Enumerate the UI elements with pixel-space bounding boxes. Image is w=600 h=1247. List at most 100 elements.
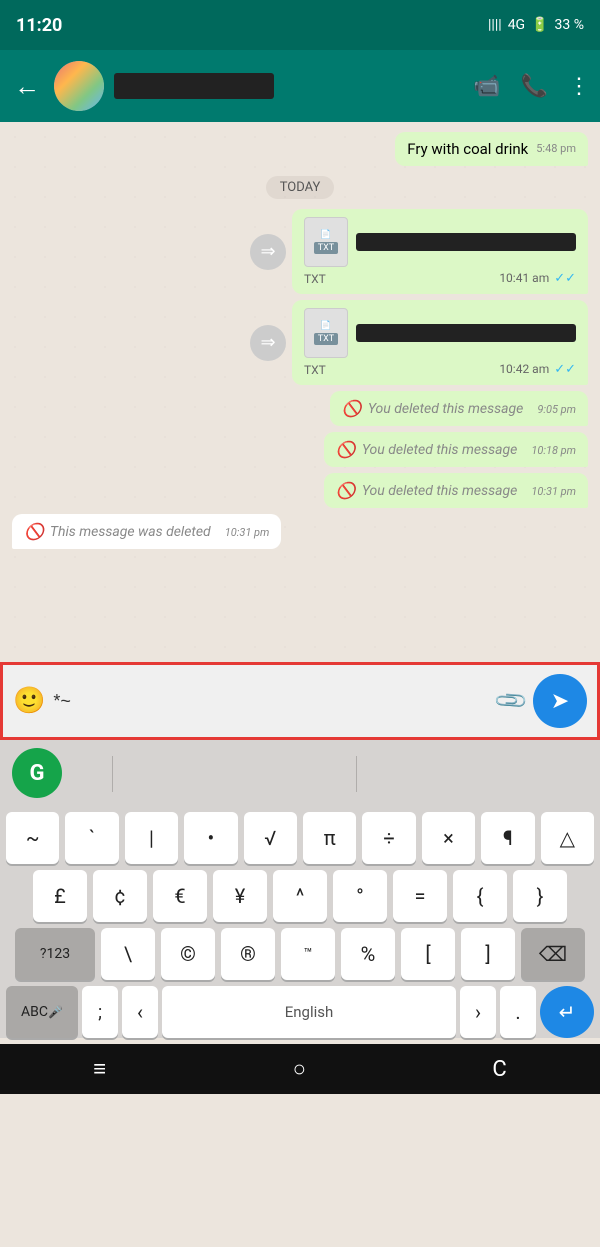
attach-button[interactable]: 📎 xyxy=(493,682,530,719)
back-button[interactable]: ← xyxy=(10,67,44,106)
file-message-2-row: ⇒ 📄 TXT TXT 10:42 am ✓✓ xyxy=(12,300,588,385)
key-less-than[interactable]: ‹ xyxy=(122,986,158,1038)
deleted-msg-3: 🚫 You deleted this message 10:31 pm xyxy=(324,473,588,508)
grammarly-button[interactable]: G xyxy=(12,748,62,798)
previous-message-time: 5:48 pm xyxy=(536,142,576,155)
emoji-button[interactable]: 🙂 xyxy=(13,686,45,716)
message-input[interactable] xyxy=(53,687,489,716)
file-time-1: 10:41 am ✓✓ xyxy=(499,271,576,286)
key-euro[interactable]: € xyxy=(153,870,207,922)
menu-button[interactable]: ⋮ xyxy=(568,74,590,99)
deleted-text-1: 🚫 You deleted this message 9:05 pm xyxy=(342,399,576,418)
key-trademark[interactable]: ™ xyxy=(281,928,335,980)
file-message-1-row: ⇒ 📄 TXT TXT 10:41 am ✓✓ xyxy=(12,209,588,294)
key-rbracket[interactable]: ] xyxy=(461,928,515,980)
file-bubble-2: 📄 TXT xyxy=(304,308,576,358)
key-degree[interactable]: ° xyxy=(333,870,387,922)
video-call-button[interactable]: 📹 xyxy=(473,74,500,99)
key-space[interactable]: English xyxy=(162,986,456,1038)
key-numeric[interactable]: ?123 xyxy=(15,928,95,980)
key-row-2: £ ¢ € ¥ ^ ° = { } xyxy=(0,870,600,922)
key-rbrace[interactable]: } xyxy=(513,870,567,922)
file-message-2-bubble: 📄 TXT TXT 10:42 am ✓✓ xyxy=(292,300,588,385)
network-type: 4G xyxy=(508,17,525,33)
key-equals[interactable]: = xyxy=(393,870,447,922)
deleted-received-time: 10:31 pm xyxy=(225,526,270,539)
deleted-msg-2: 🚫 You deleted this message 10:18 pm xyxy=(324,432,588,467)
key-copyright[interactable]: © xyxy=(161,928,215,980)
send-button[interactable]: ➤ xyxy=(533,674,587,728)
battery-icon: 🔋 xyxy=(531,17,548,33)
date-separator: TODAY xyxy=(12,176,588,199)
key-greater-than[interactable]: › xyxy=(460,986,496,1038)
deleted-msg-1: 🚫 You deleted this message 9:05 pm xyxy=(330,391,588,426)
nav-home-button[interactable]: ≡ xyxy=(93,1056,106,1082)
previous-message-bubble: Fry with coal drink 5:48 pm xyxy=(395,132,588,166)
key-lbrace[interactable]: { xyxy=(453,870,507,922)
key-row-1: ~ ` | • √ π ÷ × ¶ △ xyxy=(0,812,600,864)
file-bubble-1: 📄 TXT xyxy=(304,217,576,267)
avatar[interactable] xyxy=(54,61,104,111)
key-pi[interactable]: π xyxy=(303,812,356,864)
grammarly-label: G xyxy=(30,761,45,786)
key-pound[interactable]: £ xyxy=(33,870,87,922)
nav-circle-button[interactable]: ○ xyxy=(293,1056,306,1082)
key-row-3: ?123 \ © ® ™ % [ ] ⌫ xyxy=(0,928,600,980)
file-type-label-1: TXT xyxy=(304,272,326,286)
nav-back-button[interactable]: C xyxy=(492,1057,506,1082)
chat-header: ← 📹 📞 ⋮ xyxy=(0,50,600,122)
file-info-2: TXT 10:42 am ✓✓ xyxy=(304,362,576,377)
file-message-1-bubble: 📄 TXT TXT 10:41 am ✓✓ xyxy=(292,209,588,294)
file-type-label-2: TXT xyxy=(304,363,326,377)
toolbar-divider-1 xyxy=(112,756,113,792)
key-lbracket[interactable]: [ xyxy=(401,928,455,980)
chat-area: Fry with coal drink 5:48 pm TODAY ⇒ 📄 TX… xyxy=(0,122,600,662)
key-row-4: ABC🎤 ; ‹ English › . ↵ xyxy=(0,986,600,1038)
deleted-time-3: 10:31 pm xyxy=(531,485,576,498)
key-semicolon[interactable]: ; xyxy=(82,986,118,1038)
deleted-time-1: 9:05 pm xyxy=(537,403,576,416)
key-backtick[interactable]: ` xyxy=(65,812,118,864)
key-yen[interactable]: ¥ xyxy=(213,870,267,922)
key-percent[interactable]: % xyxy=(341,928,395,980)
key-bullet[interactable]: • xyxy=(184,812,237,864)
key-delete[interactable]: ⌫ xyxy=(521,928,585,980)
file-info-1: TXT 10:41 am ✓✓ xyxy=(304,271,576,286)
deleted-text-3: 🚫 You deleted this message 10:31 pm xyxy=(336,481,576,500)
key-sqrt[interactable]: √ xyxy=(244,812,297,864)
key-cent[interactable]: ¢ xyxy=(93,870,147,922)
key-divide[interactable]: ÷ xyxy=(362,812,415,864)
header-icons: 📹 📞 ⋮ xyxy=(473,74,590,99)
file-time-2: 10:42 am ✓✓ xyxy=(499,362,576,377)
forward-icon-1[interactable]: ⇒ xyxy=(250,234,286,270)
date-pill: TODAY xyxy=(266,176,335,199)
deleted-msg-1-row: 🚫 You deleted this message 9:05 pm xyxy=(12,391,588,426)
deleted-msg-received: 🚫 This message was deleted 10:31 pm xyxy=(12,514,281,549)
key-backslash[interactable]: \ xyxy=(101,928,155,980)
message-input-area: 🙂 📎 ➤ xyxy=(0,662,600,740)
deleted-text-2: 🚫 You deleted this message 10:18 pm xyxy=(336,440,576,459)
key-period[interactable]: . xyxy=(500,986,536,1038)
status-bar: 11:20 |||| 4G 🔋 33 % xyxy=(0,0,600,50)
key-tilde[interactable]: ~ xyxy=(6,812,59,864)
deleted-time-2: 10:18 pm xyxy=(531,444,576,457)
toolbar-divider-2 xyxy=(356,756,357,792)
key-enter[interactable]: ↵ xyxy=(540,986,594,1038)
tick-1: ✓✓ xyxy=(554,271,576,286)
key-pilcrow[interactable]: ¶ xyxy=(481,812,534,864)
key-pipe[interactable]: | xyxy=(125,812,178,864)
key-abc[interactable]: ABC🎤 xyxy=(6,986,78,1038)
txt-file-icon-1: 📄 TXT xyxy=(304,217,348,267)
forward-icon-2[interactable]: ⇒ xyxy=(250,325,286,361)
send-icon: ➤ xyxy=(551,689,569,714)
signal-icon: |||| xyxy=(488,17,502,33)
key-times[interactable]: × xyxy=(422,812,475,864)
grammarly-toolbar-row: G xyxy=(0,740,600,808)
voice-call-button[interactable]: 📞 xyxy=(521,74,548,99)
previous-message-row: Fry with coal drink 5:48 pm xyxy=(12,132,588,166)
contact-name[interactable] xyxy=(114,73,274,99)
key-caret[interactable]: ^ xyxy=(273,870,327,922)
previous-message-text: Fry with coal drink xyxy=(407,140,528,158)
key-registered[interactable]: ® xyxy=(221,928,275,980)
key-triangle[interactable]: △ xyxy=(541,812,594,864)
